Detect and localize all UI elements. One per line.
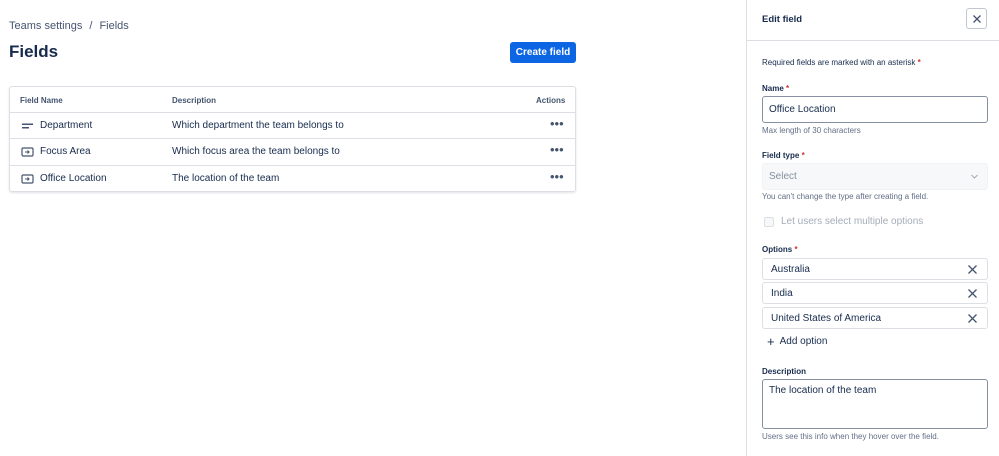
text-field-icon xyxy=(22,123,33,129)
field-type-select[interactable]: Select xyxy=(762,163,988,190)
option-item[interactable]: Australia xyxy=(762,258,988,280)
field-description: Which focus area the team belongs to xyxy=(172,146,340,158)
options-label: Options * xyxy=(762,245,798,254)
remove-option-icon[interactable] xyxy=(967,313,978,324)
required-asterisk: * xyxy=(917,58,921,67)
table-header: Field Name Description Actions xyxy=(10,87,575,113)
breadcrumb-fields[interactable]: Fields xyxy=(99,20,128,32)
multi-select-option: Let users select multiple options xyxy=(764,216,923,227)
name-label: Name * xyxy=(762,84,790,93)
field-name: Focus Area xyxy=(40,146,91,158)
select-field-icon xyxy=(21,147,34,157)
more-actions-button[interactable]: ••• xyxy=(550,170,564,183)
multi-select-label: Let users select multiple options xyxy=(781,216,924,227)
field-description: The location of the team xyxy=(172,172,280,184)
column-header-description: Description xyxy=(172,96,217,105)
more-actions-button[interactable]: ••• xyxy=(550,143,564,156)
field-description: Which department the team belongs to xyxy=(172,120,344,131)
edit-field-panel: Edit field Required fields are marked wi… xyxy=(746,0,999,456)
description-helper: Users see this info when they hover over… xyxy=(762,432,939,441)
field-type-label: Field type * xyxy=(762,151,805,160)
name-input[interactable] xyxy=(762,96,988,123)
create-field-button[interactable]: Create field xyxy=(510,42,576,63)
option-item[interactable]: United States of America xyxy=(762,307,988,329)
more-actions-button[interactable]: ••• xyxy=(550,117,564,130)
option-text: United States of America xyxy=(771,313,882,324)
breadcrumb: Teams settings / Fields xyxy=(9,20,129,32)
select-field-icon xyxy=(21,173,34,184)
field-type-placeholder: Select xyxy=(769,171,797,182)
field-name: Office Location xyxy=(40,172,107,184)
name-helper: Max length of 30 characters xyxy=(762,126,861,135)
close-icon xyxy=(972,14,981,23)
remove-option-icon[interactable] xyxy=(967,264,978,275)
plus-icon: + xyxy=(767,333,775,349)
table-row[interactable]: Focus Area Which focus area the team bel… xyxy=(10,139,575,166)
breadcrumb-teams-settings[interactable]: Teams settings xyxy=(9,20,82,32)
remove-option-icon[interactable] xyxy=(967,288,978,299)
page-title: Fields xyxy=(9,42,59,61)
required-note: Required fields are marked with an aster… xyxy=(762,58,921,67)
chevron-down-icon xyxy=(971,174,978,179)
description-textarea[interactable]: The location of the team xyxy=(762,379,988,429)
breadcrumb-separator: / xyxy=(89,20,93,32)
option-item[interactable]: India xyxy=(762,282,988,304)
option-text: Australia xyxy=(771,264,810,275)
required-asterisk: * xyxy=(786,84,790,93)
required-asterisk: * xyxy=(801,151,805,160)
field-name: Department xyxy=(40,120,93,131)
option-text: India xyxy=(771,288,793,299)
main-content: Teams settings / Fields Fields Create fiel… xyxy=(0,0,746,456)
close-button[interactable] xyxy=(966,8,987,29)
column-header-actions: Actions xyxy=(536,96,566,105)
field-type-helper: You can't change the type after creating… xyxy=(762,192,929,201)
column-header-field-name: Field Name xyxy=(20,96,63,105)
description-label: Description xyxy=(762,367,807,376)
fields-table: Field Name Description Actions Departmen… xyxy=(9,86,576,192)
panel-title: Edit field xyxy=(762,14,803,25)
multi-select-checkbox[interactable] xyxy=(764,216,774,227)
table-row[interactable]: Office Location The location of the team… xyxy=(10,166,575,192)
table-row[interactable]: Department Which department the team bel… xyxy=(10,113,575,140)
add-option-button[interactable]: + Add option xyxy=(767,333,828,349)
required-asterisk: * xyxy=(794,245,798,254)
panel-divider xyxy=(747,40,999,41)
add-option-label: Add option xyxy=(779,336,828,347)
